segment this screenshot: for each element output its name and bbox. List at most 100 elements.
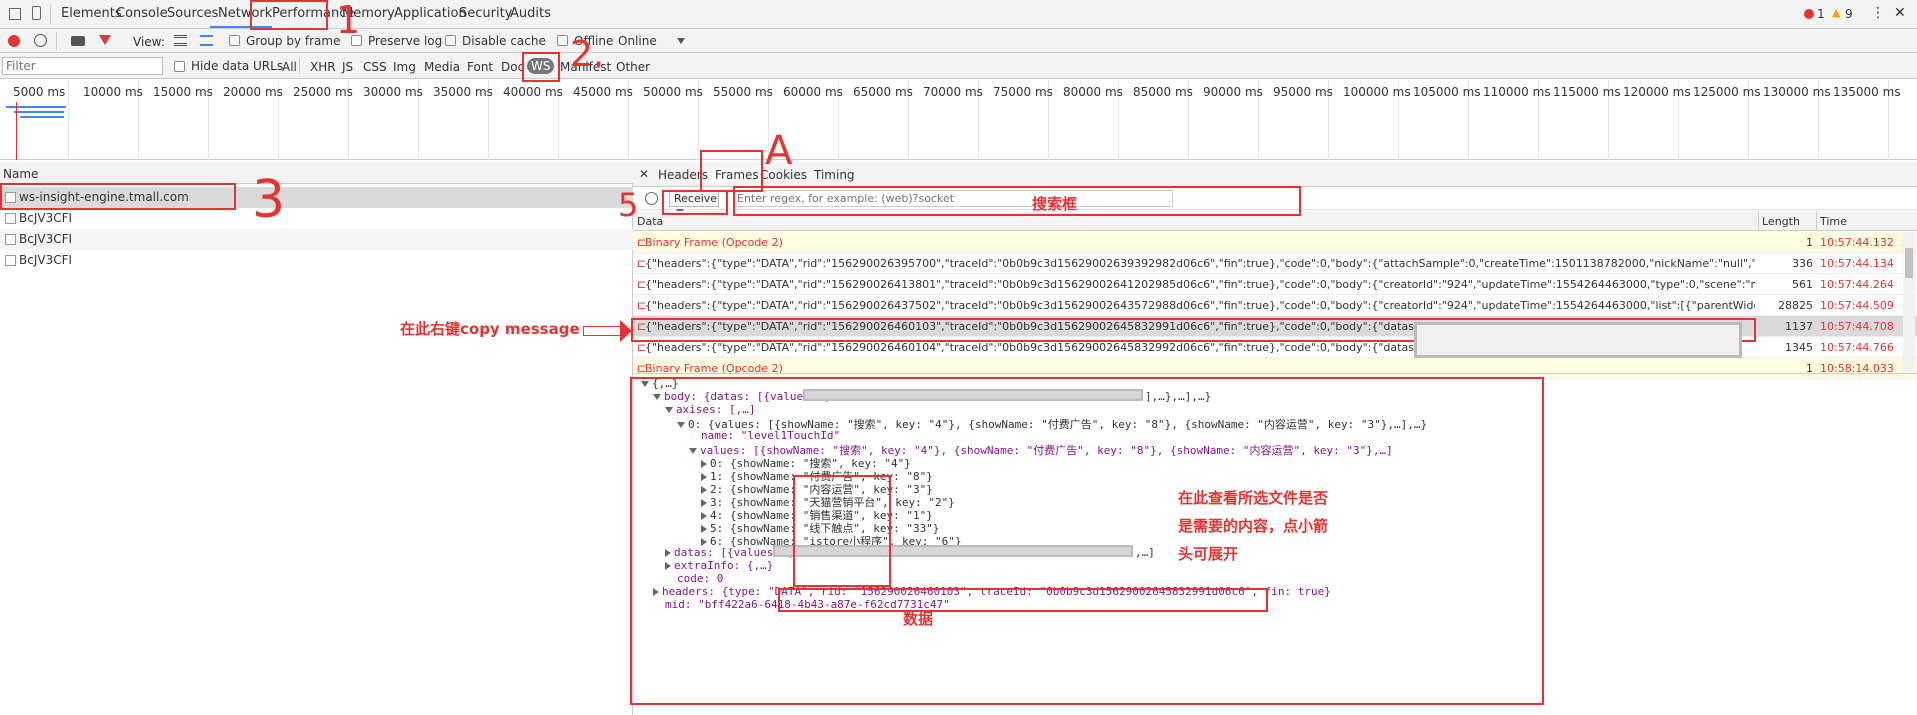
screenshot-camera-icon[interactable] xyxy=(71,36,85,46)
disable-cache-checkbox[interactable] xyxy=(445,35,456,46)
annotation-copy-message: 在此右键copy message xyxy=(400,320,580,338)
filter-funnel-icon[interactable] xyxy=(99,35,111,45)
request-name: BcJV3CFI xyxy=(19,232,73,246)
offline-checkbox[interactable] xyxy=(557,35,568,46)
document-icon xyxy=(5,213,16,224)
hide-data-urls-label: Hide data URLs xyxy=(191,59,284,73)
frame-data: {"headers":{"type":"DATA","rid":"1562900… xyxy=(645,299,1755,312)
network-toolbar: View: Group by frame Preserve log Disabl… xyxy=(0,29,1917,53)
timeline-tick-label: 30000 ms xyxy=(363,85,423,99)
detail-tab-timing[interactable]: Timing xyxy=(814,168,855,182)
frame-length: 1 xyxy=(1806,236,1813,249)
divider xyxy=(56,32,57,50)
close-devtools-icon[interactable]: ✕ xyxy=(1894,5,1906,21)
tab-sources[interactable]: Sources xyxy=(167,6,218,21)
throttling-select[interactable]: Online xyxy=(618,34,657,48)
filter-type-css[interactable]: CSS xyxy=(363,60,387,74)
frame-data: Binary Frame (Opcode 2) xyxy=(645,236,783,249)
waterfall-icon[interactable] xyxy=(200,35,213,46)
tab-console[interactable]: Console xyxy=(116,6,168,21)
frame-time: 10:57:44.766 xyxy=(1820,341,1894,354)
annotation-check-content: 在此查看所选文件是否 是需要的内容，点小箭 头可展开 xyxy=(1178,489,1329,563)
chevron-down-icon[interactable] xyxy=(677,38,685,44)
filter-type-img[interactable]: Img xyxy=(393,60,416,74)
filter-type-media[interactable]: Media xyxy=(424,60,460,74)
annotation-box-network-tab xyxy=(250,0,328,30)
timeline-tick-label: 75000 ms xyxy=(993,85,1053,99)
frame-row[interactable]: ⊏ Binary Frame (Opcode 2) 1 10:57:44.132 xyxy=(633,232,1917,253)
annotation-box-search xyxy=(733,186,1301,216)
filter-type-other[interactable]: Other xyxy=(616,60,650,74)
annotation-a: A xyxy=(765,128,793,174)
annotation-1: 1 xyxy=(336,0,361,42)
frame-row[interactable]: ⊏ {"headers":{"type":"DATA","rid":"156290… xyxy=(633,274,1917,295)
scrollbar-thumb[interactable] xyxy=(1905,248,1913,278)
clear-frames-icon[interactable] xyxy=(645,192,658,205)
timeline-tick-label: 45000 ms xyxy=(573,85,633,99)
timeline-tick-label: 50000 ms xyxy=(643,85,703,99)
timeline-tick-label: 14 xyxy=(1903,85,1917,99)
request-row[interactable]: BcJV3CFI xyxy=(0,229,633,250)
annotation-box-datas xyxy=(778,588,1268,612)
tab-elements[interactable]: Elements xyxy=(61,6,122,21)
timeline-dom-marker xyxy=(16,102,17,160)
col-data[interactable]: Data xyxy=(637,215,663,228)
tab-application[interactable]: Application xyxy=(394,6,467,21)
detail-tab-bar: ✕ Headers Frames Cookies Timing xyxy=(633,162,1917,187)
annotation-search-box: 搜索框 xyxy=(1032,195,1078,213)
col-length[interactable]: Length xyxy=(1762,215,1800,228)
tab-audits[interactable]: Audits xyxy=(510,6,551,21)
divider xyxy=(50,4,51,24)
annotation-2: 2. xyxy=(570,34,605,75)
record-button[interactable] xyxy=(8,35,20,47)
frame-time: 10:57:44.509 xyxy=(1820,299,1894,312)
frame-time: 10:57:44.132 xyxy=(1820,236,1894,249)
filter-type-all[interactable]: All xyxy=(282,60,297,74)
request-name: BcJV3CFI xyxy=(19,253,73,267)
close-detail-icon[interactable]: ✕ xyxy=(639,167,649,181)
filter-input[interactable] xyxy=(2,57,163,75)
filter-type-doc[interactable]: Doc xyxy=(501,60,524,74)
timeline-tick-label: 110000 ms xyxy=(1483,85,1551,99)
clear-button[interactable] xyxy=(34,34,47,47)
col-time[interactable]: Time xyxy=(1820,215,1847,228)
frame-time: 10:57:44.708 xyxy=(1820,320,1894,333)
device-toolbar-icon[interactable] xyxy=(32,6,41,20)
timeline-tick-label: 85000 ms xyxy=(1133,85,1193,99)
error-count[interactable]: 1 xyxy=(1817,7,1825,21)
request-row[interactable]: BcJV3CFI xyxy=(0,250,633,271)
timeline-tick-label: 70000 ms xyxy=(923,85,983,99)
frame-data: {"headers":{"type":"DATA","rid":"1562900… xyxy=(645,278,1755,291)
timeline-request-bar xyxy=(14,111,64,113)
hide-data-urls-checkbox[interactable] xyxy=(174,61,185,72)
request-row[interactable]: BcJV3CFI xyxy=(0,208,633,229)
timeline-tick-label: 20000 ms xyxy=(223,85,283,99)
frame-row[interactable]: ⊏ {"headers":{"type":"DATA","rid":"156290… xyxy=(633,295,1917,316)
network-overview-timeline[interactable]: 5000 ms 10000 ms 15000 ms 20000 ms 25000 ms 3… xyxy=(0,80,1917,160)
request-name: BcJV3CFI xyxy=(19,211,73,225)
timeline-request-bar xyxy=(20,116,64,118)
frame-row[interactable]: ⊏ {"headers":{"type":"DATA","rid":"156290… xyxy=(633,253,1917,274)
name-column-header[interactable]: Name xyxy=(0,162,633,184)
tab-security[interactable]: Security xyxy=(459,6,512,21)
filter-bar: Hide data URLs All XHR JS CSS Img Media … xyxy=(0,53,1917,79)
group-by-frame-checkbox[interactable] xyxy=(229,35,240,46)
large-rows-icon[interactable] xyxy=(174,35,187,46)
frame-time: 10:57:44.264 xyxy=(1820,278,1894,291)
document-icon xyxy=(5,255,16,266)
filter-type-xhr[interactable]: XHR xyxy=(310,60,336,74)
timeline-tick-label: 5000 ms xyxy=(13,85,66,99)
timeline-request-bar xyxy=(6,106,66,108)
annotation-data-label: 数据 xyxy=(903,610,934,628)
frames-scrollbar[interactable] xyxy=(1903,232,1915,372)
filter-type-font[interactable]: Font xyxy=(467,60,493,74)
more-menu-icon[interactable]: ⋮ xyxy=(1871,5,1885,21)
annotation-5: 5 xyxy=(618,186,639,224)
timeline-tick-label: 125000 ms xyxy=(1693,85,1761,99)
frame-length: 561 xyxy=(1792,278,1813,291)
filter-type-js[interactable]: JS xyxy=(342,60,353,74)
warning-count[interactable]: 9 xyxy=(1845,7,1853,21)
inspect-icon[interactable] xyxy=(9,8,21,20)
timeline-tick-label: 40000 ms xyxy=(503,85,563,99)
annotation-box-tree xyxy=(630,377,1544,705)
